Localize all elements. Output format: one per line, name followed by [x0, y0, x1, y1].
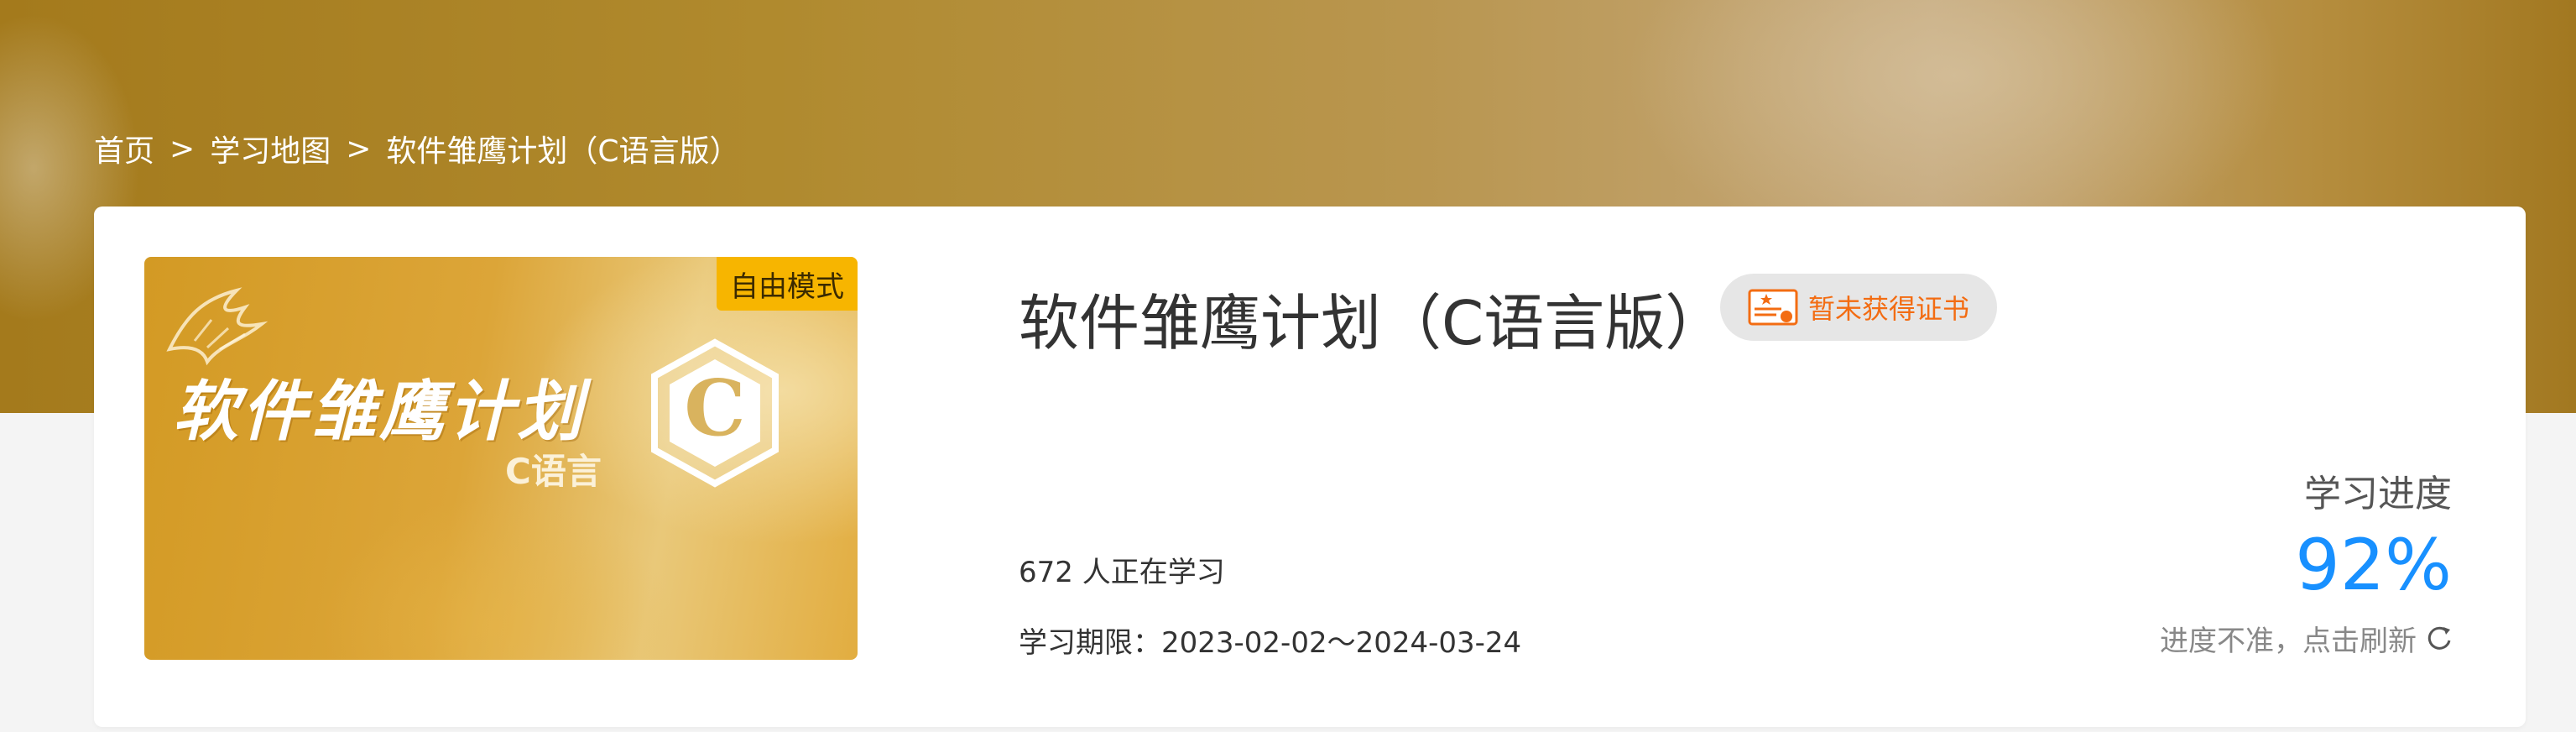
refresh-icon — [2427, 626, 2451, 650]
refresh-progress-button[interactable]: 进度不准，点击刷新 — [2160, 618, 2453, 659]
course-card: 自由模式 软件雏鹰计划 C语言 C 软件雏鹰计划（C语言版） 暂未获得证书 67… — [94, 207, 2526, 727]
progress-label: 学习进度 — [2304, 473, 2452, 515]
learner-count: 672 人正在学习 — [1019, 556, 1225, 589]
svg-text:C: C — [684, 363, 745, 453]
c-hexagon-icon: C — [651, 338, 779, 488]
breadcrumb-home[interactable]: 首页 — [94, 127, 154, 170]
breadcrumb-separator: > — [346, 131, 372, 166]
breadcrumb: 首页 > 学习地图 > 软件雏鹰计划（C语言版） — [94, 126, 740, 171]
refresh-text: 进度不准，点击刷新 — [2160, 625, 2417, 658]
cover-subtitle: C语言 — [505, 451, 602, 492]
free-mode-tag: 自由模式 — [717, 257, 858, 311]
progress-value: 92% — [2295, 524, 2452, 606]
breadcrumb-current: 软件雏鹰计划（C语言版） — [386, 134, 740, 169]
course-title: 软件雏鹰计划（C语言版） — [1019, 288, 1726, 358]
certificate-status-badge[interactable]: 暂未获得证书 — [1720, 274, 1997, 341]
course-cover-image: 自由模式 软件雏鹰计划 C语言 C — [144, 257, 858, 660]
breadcrumb-separator: > — [169, 131, 196, 166]
cover-title: 软件雏鹰计划 — [173, 374, 587, 450]
certificate-status-text: 暂未获得证书 — [1807, 293, 1969, 325]
study-period: 学习期限：2023-02-02～2024-03-24 — [1019, 626, 1522, 660]
certificate-icon — [1748, 289, 1798, 326]
breadcrumb-learning-map[interactable]: 学习地图 — [210, 127, 331, 170]
